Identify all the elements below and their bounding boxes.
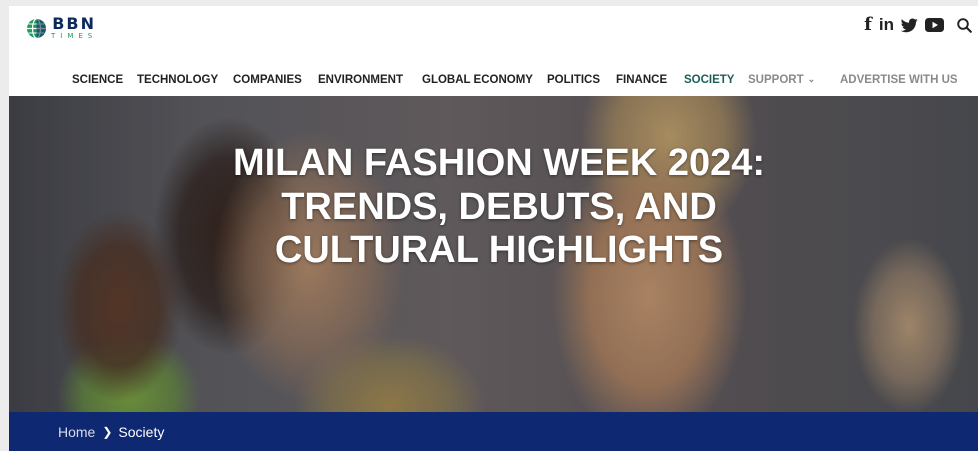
youtube-icon[interactable] [925,18,944,32]
social-links: f in [864,16,972,34]
page-frame: BBN TIMES f in SCIENCE TECHNOLOGY COMPAN… [9,6,978,451]
facebook-icon[interactable]: f [864,16,872,34]
logo-main-text: BBN [52,14,97,33]
breadcrumb-current: Society [118,423,165,440]
chevron-right-icon: ❯ [102,424,113,439]
nav-item-finance[interactable]: FINANCE [616,72,667,88]
nav-item-environment[interactable]: ENVIRONMENT [318,72,403,88]
site-logo[interactable]: BBN TIMES [26,15,97,41]
nav-item-science[interactable]: SCIENCE [72,72,123,88]
twitter-icon[interactable] [901,17,918,33]
hero-image: MILAN FASHION WEEK 2024: TRENDS, DEBUTS,… [9,96,978,412]
article-title: MILAN FASHION WEEK 2024: TRENDS, DEBUTS,… [232,142,766,271]
breadcrumb: Home ❯ Society [9,412,978,451]
nav-item-politics[interactable]: POLITICS [547,72,600,88]
nav-item-support-label: SUPPORT [748,74,804,86]
logo-sub-text: TIMES [51,32,98,40]
nav-item-support[interactable]: SUPPORT ⌄ [748,72,815,88]
nav-item-society[interactable]: SOCIETY [684,72,734,88]
nav-item-technology[interactable]: TECHNOLOGY [137,72,218,88]
linkedin-icon[interactable]: in [879,16,894,34]
nav-item-advertise[interactable]: ADVERTISE WITH US [840,72,958,88]
chevron-down-icon: ⌄ [807,74,816,84]
search-icon[interactable] [957,17,972,33]
globe-icon [27,17,46,39]
main-nav: SCIENCE TECHNOLOGY COMPANIES ENVIRONMENT… [9,72,978,88]
logo-wordmark: BBN TIMES [51,14,98,41]
nav-item-global-economy[interactable]: GLOBAL ECONOMY [422,72,533,88]
breadcrumb-home-link[interactable]: Home [58,424,95,440]
nav-item-companies[interactable]: COMPANIES [233,72,302,88]
